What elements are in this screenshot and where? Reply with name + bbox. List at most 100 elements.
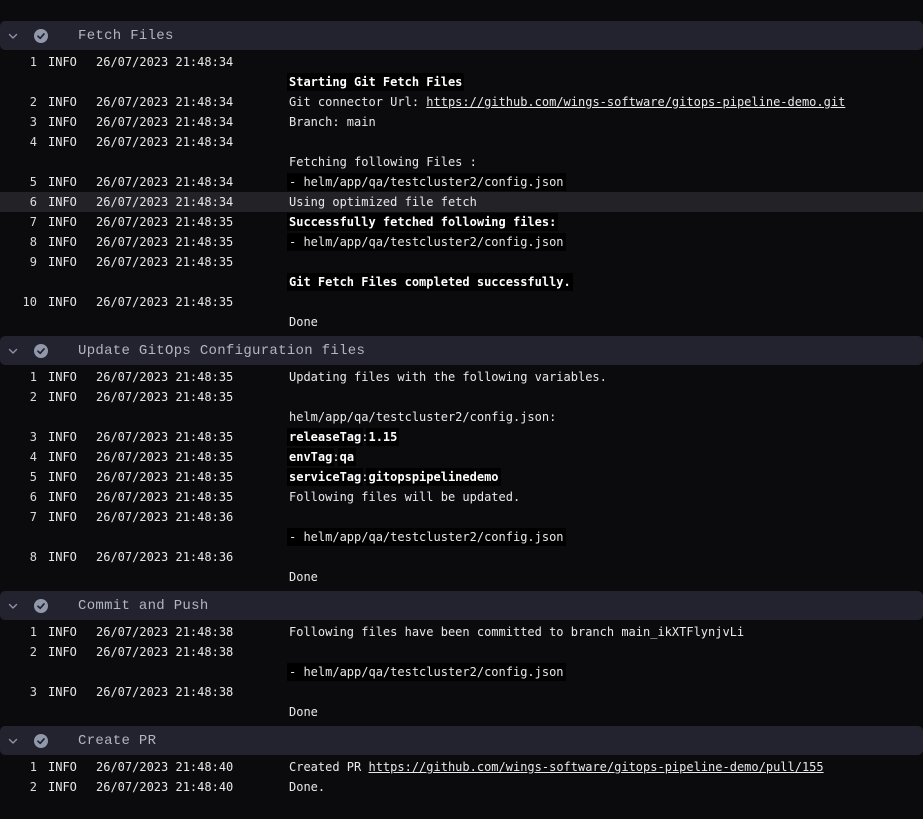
log-message: Starting Git Fetch Files <box>289 75 462 89</box>
log-row: Done <box>0 312 923 332</box>
section-title: Fetch Files <box>78 28 174 44</box>
log-text: qa <box>338 448 356 466</box>
log-row: 4 INFO 26/07/2023 21:48:35 envTag:qa <box>0 447 923 467</box>
log-row: 1 INFO 26/07/2023 21:48:35 Updating file… <box>0 367 923 387</box>
pipeline-log-console: Fetch Files 1 INFO 26/07/2023 21:48:34 S… <box>0 0 923 797</box>
log-level: INFO <box>48 215 78 229</box>
log-line-number: 2 <box>0 645 37 659</box>
log-row: helm/app/qa/testcluster2/config.json: <box>0 407 923 427</box>
log-level: INFO <box>48 295 78 309</box>
chevron-down-icon[interactable] <box>7 600 19 612</box>
log-message: Git Fetch Files completed successfully. <box>289 275 571 289</box>
log-row: 6 INFO 26/07/2023 21:48:34 Using optimiz… <box>0 192 923 212</box>
log-line-number: 3 <box>0 115 37 129</box>
log-row: 5 INFO 26/07/2023 21:48:35 serviceTag:gi… <box>0 467 923 487</box>
log-section: Commit and Push 1 INFO 26/07/2023 21:48:… <box>0 591 923 722</box>
section-header-update-gitops-configuration-files[interactable]: Update GitOps Configuration files <box>0 336 923 365</box>
log-row: Done <box>0 702 923 722</box>
log-message: Following files will be updated. <box>289 490 520 504</box>
log-line-number: 2 <box>0 95 37 109</box>
log-link[interactable]: https://github.com/wings-software/gitops… <box>426 95 845 109</box>
log-timestamp: 26/07/2023 21:48:35 <box>96 470 234 484</box>
log-message: Git connector Url: https://github.com/wi… <box>289 95 845 109</box>
log-row: 8 INFO 26/07/2023 21:48:36 <box>0 547 923 567</box>
log-text: Done <box>289 705 318 719</box>
log-timestamp: 26/07/2023 21:48:38 <box>96 685 234 699</box>
log-row: Fetching following Files : <box>0 152 923 172</box>
log-text: - helm/app/qa/testcluster2/config.json <box>287 173 566 191</box>
log-text: 1.15 <box>366 428 399 446</box>
log-link[interactable]: https://github.com/wings-software/gitops… <box>368 760 823 774</box>
log-line-number: 4 <box>0 450 37 464</box>
log-line-number: 5 <box>0 470 37 484</box>
log-line-number: 7 <box>0 215 37 229</box>
log-level: INFO <box>48 510 78 524</box>
log-timestamp: 26/07/2023 21:48:34 <box>96 95 234 109</box>
log-line-number: 8 <box>0 550 37 564</box>
log-text: Done <box>289 315 318 329</box>
log-row: - helm/app/qa/testcluster2/config.json <box>0 527 923 547</box>
log-timestamp: 26/07/2023 21:48:36 <box>96 550 234 564</box>
log-level: INFO <box>48 470 78 484</box>
log-timestamp: 26/07/2023 21:48:35 <box>96 490 234 504</box>
log-line-number: 1 <box>0 760 37 774</box>
log-row: 7 INFO 26/07/2023 21:48:36 <box>0 507 923 527</box>
section-header-commit-and-push[interactable]: Commit and Push <box>0 591 923 620</box>
section-header-fetch-files[interactable]: Fetch Files <box>0 21 923 50</box>
log-message: - helm/app/qa/testcluster2/config.json <box>289 665 564 679</box>
log-row: Starting Git Fetch Files <box>0 72 923 92</box>
log-timestamp: 26/07/2023 21:48:38 <box>96 625 234 639</box>
log-level: INFO <box>48 760 78 774</box>
log-row: 3 INFO 26/07/2023 21:48:34 Branch: main <box>0 112 923 132</box>
log-timestamp: 26/07/2023 21:48:35 <box>96 215 234 229</box>
log-line-number: 1 <box>0 55 37 69</box>
log-level: INFO <box>48 490 78 504</box>
log-text: Using optimized file fetch <box>289 195 477 209</box>
log-message: Fetching following Files : <box>289 155 477 169</box>
log-level: INFO <box>48 55 78 69</box>
log-row: 10 INFO 26/07/2023 21:48:35 <box>0 292 923 312</box>
log-text: releaseTag <box>287 428 363 446</box>
log-message: Done <box>289 705 318 719</box>
log-level: INFO <box>48 430 78 444</box>
log-row: 4 INFO 26/07/2023 21:48:34 <box>0 132 923 152</box>
log-level: INFO <box>48 135 78 149</box>
log-message: Successfully fetched following files: <box>289 215 556 229</box>
section-title: Update GitOps Configuration files <box>78 343 365 359</box>
log-line-number: 1 <box>0 370 37 384</box>
section-content: 1 INFO 26/07/2023 21:48:40 Created PR ht… <box>0 755 923 797</box>
log-message: Using optimized file fetch <box>289 195 477 209</box>
log-message: Following files have been committed to b… <box>289 625 744 639</box>
section-content: 1 INFO 26/07/2023 21:48:34 Starting Git … <box>0 50 923 332</box>
log-row: 1 INFO 26/07/2023 21:48:38 Following fil… <box>0 622 923 642</box>
log-timestamp: 26/07/2023 21:48:34 <box>96 135 234 149</box>
log-level: INFO <box>48 195 78 209</box>
log-level: INFO <box>48 550 78 564</box>
section-content: 1 INFO 26/07/2023 21:48:35 Updating file… <box>0 365 923 587</box>
section-header-create-pr[interactable]: Create PR <box>0 726 923 755</box>
log-row: 5 INFO 26/07/2023 21:48:34 - helm/app/qa… <box>0 172 923 192</box>
section-content: 1 INFO 26/07/2023 21:48:38 Following fil… <box>0 620 923 722</box>
log-row: 3 INFO 26/07/2023 21:48:38 <box>0 682 923 702</box>
log-line-number: 3 <box>0 685 37 699</box>
log-text: Following files have been committed to b… <box>289 625 744 639</box>
log-message: Created PR https://github.com/wings-soft… <box>289 760 824 774</box>
log-row: 7 INFO 26/07/2023 21:48:35 Successfully … <box>0 212 923 232</box>
log-row: 9 INFO 26/07/2023 21:48:35 <box>0 252 923 272</box>
chevron-down-icon[interactable] <box>7 345 19 357</box>
log-text: helm/app/qa/testcluster2/config.json: <box>289 410 556 424</box>
log-message: serviceTag:gitopspipelinedemo <box>289 470 499 484</box>
chevron-down-icon[interactable] <box>7 30 19 42</box>
log-timestamp: 26/07/2023 21:48:35 <box>96 370 234 384</box>
log-row: - helm/app/qa/testcluster2/config.json <box>0 662 923 682</box>
log-timestamp: 26/07/2023 21:48:34 <box>96 55 234 69</box>
chevron-down-icon[interactable] <box>7 735 19 747</box>
log-message: - helm/app/qa/testcluster2/config.json <box>289 530 564 544</box>
log-section: Create PR 1 INFO 26/07/2023 21:48:40 Cre… <box>0 726 923 797</box>
log-line-number: 5 <box>0 175 37 189</box>
log-row: 2 INFO 26/07/2023 21:48:35 <box>0 387 923 407</box>
log-line-number: 9 <box>0 255 37 269</box>
check-circle-icon <box>34 599 48 613</box>
section-title: Commit and Push <box>78 598 209 614</box>
log-line-number: 6 <box>0 195 37 209</box>
